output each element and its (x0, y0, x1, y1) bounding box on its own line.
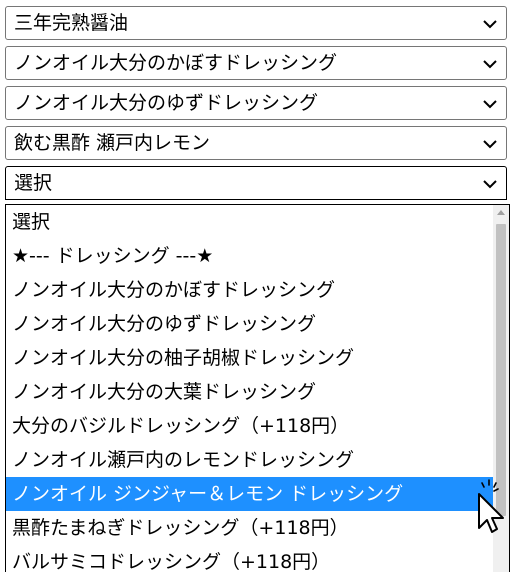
scrollbar-thumb[interactable] (496, 224, 506, 516)
dropdown-option[interactable]: ノンオイル大分のゆずドレッシング (6, 307, 493, 341)
option-select-1[interactable]: 三年完熟醤油 (5, 6, 507, 40)
chevron-down-icon (483, 100, 497, 109)
dropdown-option[interactable]: ★--- ドレッシング ---★ (6, 239, 493, 273)
chevron-down-icon (483, 140, 497, 149)
chevron-down-icon (483, 20, 497, 29)
chevron-down-icon (483, 180, 497, 189)
option-select-2-value: ノンオイル大分のかぼすドレッシング (14, 52, 338, 74)
option-select-2[interactable]: ノンオイル大分のかぼすドレッシング (5, 46, 507, 80)
option-select-3-value: ノンオイル大分のゆずドレッシング (14, 92, 319, 114)
dropdown-option[interactable]: ノンオイル大分の柚子胡椒ドレッシング (6, 341, 493, 375)
dropdown-option[interactable]: 大分のバジルドレッシング（+118円） (6, 409, 493, 443)
option-select-3[interactable]: ノンオイル大分のゆずドレッシング (5, 86, 507, 120)
dropdown-option[interactable]: ノンオイル大分の大葉ドレッシング (6, 375, 493, 409)
dropdown-option[interactable]: 黒酢たまねぎドレッシング（+118円） (6, 511, 493, 545)
product-options-form: 三年完熟醤油 ノンオイル大分のかぼすドレッシング ノンオイル大分のゆずドレッシン… (0, 0, 510, 572)
mouse-pointer-icon (478, 479, 504, 533)
dropdown-option[interactable]: バルサミコドレッシング（+118円） (6, 545, 493, 572)
dropdown-option[interactable]: ノンオイル瀬戸内のレモンドレッシング (6, 443, 493, 477)
option-select-4[interactable]: 飲む黒酢 瀬戸内レモン (5, 126, 507, 160)
dropdown-option-highlighted[interactable]: ノンオイル ジンジャー＆レモン ドレッシング (6, 477, 493, 511)
chevron-down-icon (483, 60, 497, 69)
dropdown-option[interactable]: ノンオイル大分のかぼすドレッシング (6, 273, 493, 307)
triangle-up-icon[interactable] (493, 205, 509, 221)
option-select-5-value: 選択 (14, 172, 53, 194)
option-select-4-value: 飲む黒酢 瀬戸内レモン (14, 132, 211, 154)
option-select-5[interactable]: 選択 (5, 166, 507, 200)
dropdown-option[interactable]: 選択 (6, 205, 493, 239)
option-select-1-value: 三年完熟醤油 (14, 12, 129, 34)
dropdown-list: 選択 ★--- ドレッシング ---★ ノンオイル大分のかぼすドレッシング ノン… (5, 204, 510, 572)
